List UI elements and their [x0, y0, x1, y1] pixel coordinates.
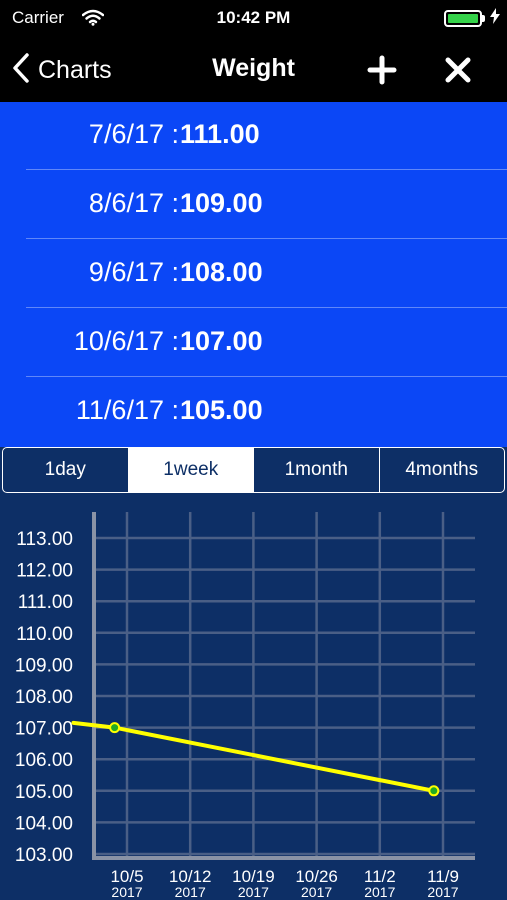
entry-value: 108.00	[180, 257, 263, 287]
entry-date: 7/6/17 :	[88, 119, 179, 149]
y-tick-label: 111.00	[18, 592, 73, 613]
battery-indicator	[444, 10, 482, 27]
x-tick-year: 2017	[111, 884, 142, 900]
row-divider	[26, 307, 507, 308]
x-tick-year: 2017	[364, 884, 395, 900]
list-item[interactable]: 10/6/17 : 107.00	[0, 309, 507, 377]
y-tick-label: 104.00	[15, 813, 73, 834]
y-tick-label: 109.00	[15, 655, 73, 676]
y-tick-label: 108.00	[15, 687, 73, 708]
segment-1week[interactable]: 1week	[127, 448, 253, 492]
y-tick-label: 106.00	[15, 750, 73, 771]
weight-chart: 113.00 112.00 111.00 110.00 109.00 108.00 107.…	[0, 496, 507, 900]
data-point	[109, 722, 121, 734]
x-tick-year: 2017	[301, 884, 332, 900]
y-tick-label: 107.00	[15, 719, 73, 740]
list-item[interactable]: 9/6/17 : 108.00	[0, 240, 507, 308]
entries-list[interactable]: 7/6/17 : 111.00 8/6/17 : 109.00 9/6/17 :…	[0, 102, 507, 447]
line-chart: 113.00 112.00 111.00 110.00 109.00 108.00 107.…	[15, 512, 475, 900]
entry-value: 109.00	[180, 188, 263, 218]
entry-date: 11/6/17 :	[75, 395, 179, 425]
add-button[interactable]	[362, 50, 402, 90]
y-tick-label: 112.00	[16, 561, 73, 582]
list-item[interactable]: 11/6/17 : 105.00	[0, 378, 507, 446]
y-tick-label: 105.00	[15, 782, 73, 803]
status-bar: Carrier 10:42 PM	[0, 0, 507, 36]
entry-value: 111.00	[180, 119, 260, 149]
close-button[interactable]	[438, 50, 478, 90]
status-time: 10:42 PM	[216, 8, 291, 27]
x-tick-year: 2017	[175, 884, 206, 900]
row-divider	[26, 376, 507, 377]
battery-nub	[482, 15, 485, 22]
entry-value: 105.00	[180, 395, 263, 425]
row-divider	[26, 238, 507, 239]
x-tick-year: 2017	[427, 884, 458, 900]
y-tick-label: 113.00	[16, 529, 73, 550]
entry-value: 107.00	[180, 326, 263, 356]
bolt-icon	[490, 8, 500, 27]
segment-1month[interactable]: 1month	[253, 448, 379, 492]
page-title: Weight	[212, 54, 295, 82]
x-tick-year: 2017	[238, 884, 269, 900]
y-tick-label: 103.00	[15, 845, 73, 866]
data-point	[428, 785, 440, 797]
segment-4months[interactable]: 4months	[378, 448, 505, 492]
row-divider	[26, 169, 507, 170]
entry-date: 10/6/17 :	[73, 326, 179, 356]
plus-icon	[367, 55, 397, 85]
list-item[interactable]: 8/6/17 : 109.00	[0, 171, 507, 239]
range-segmented-control: 1day 1week 1month 4months	[2, 447, 505, 493]
close-icon	[445, 57, 471, 83]
list-item[interactable]: 7/6/17 : 111.00	[0, 102, 507, 170]
navigation-bar: Charts Weight	[0, 36, 507, 102]
segment-1day[interactable]: 1day	[3, 448, 128, 492]
y-tick-label: 110.00	[16, 624, 73, 645]
entry-date: 8/6/17 :	[88, 188, 179, 218]
entry-date: 9/6/17 :	[88, 257, 179, 287]
